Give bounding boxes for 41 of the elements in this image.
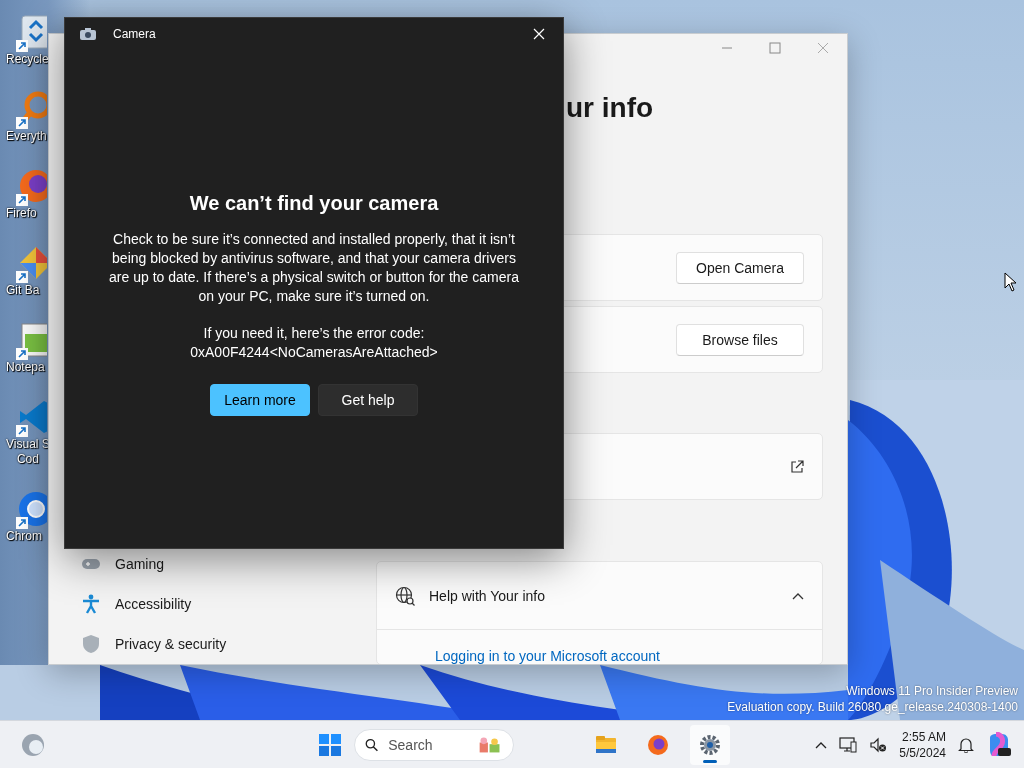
- person-icon: [81, 594, 101, 614]
- camera-icon: [79, 27, 97, 41]
- search-box[interactable]: Search: [354, 728, 514, 761]
- clock-time[interactable]: 2:55 AM: [901, 728, 946, 745]
- get-help-button[interactable]: Get help: [318, 384, 418, 416]
- globe-search-icon: [395, 585, 415, 606]
- card-button[interactable]: Browse files: [676, 323, 804, 356]
- network-icon[interactable]: [839, 736, 858, 753]
- start-icon[interactable]: [318, 732, 342, 757]
- chevron-up-icon[interactable]: [815, 740, 828, 749]
- speaker-muted-icon[interactable]: [869, 736, 888, 753]
- section-title: Help with Your info: [429, 587, 546, 604]
- desktop-icon-label: Git Ba: [6, 283, 40, 298]
- app-shortcut-icon[interactable]: [16, 320, 47, 360]
- nav-item[interactable]: Accessibility: [115, 596, 192, 612]
- error-heading: We can’t find your camera: [189, 191, 439, 216]
- window-title: Camera: [113, 27, 157, 41]
- mouse-pointer-icon: [1004, 272, 1017, 292]
- desktop-icon-label: Recycle: [6, 52, 49, 67]
- settings-icon: [698, 732, 722, 757]
- learn-more-button[interactable]: Learn more: [210, 384, 310, 416]
- nav-item[interactable]: Gaming: [115, 556, 165, 572]
- desktop-icon-label: Notepa: [6, 360, 45, 375]
- nav-item[interactable]: Privacy & security: [115, 636, 227, 652]
- desktop-icon-label: Chrom: [6, 529, 42, 544]
- shield-icon: [81, 634, 101, 654]
- taskbar-app[interactable]: [690, 724, 730, 765]
- search-icon: [365, 736, 379, 753]
- bell-icon[interactable]: [958, 736, 974, 753]
- search-field[interactable]: Search: [386, 735, 471, 754]
- desktop-icon-label: Firefo: [6, 206, 37, 221]
- chevron-icon[interactable]: [792, 591, 804, 600]
- desktop-icon-label: Everyth: [6, 129, 47, 144]
- page-title: ur info: [566, 91, 655, 125]
- error-code-text: If you need it, here’s the error code: 0xA00F4244<NoCamerasAreAttached>: [189, 324, 439, 362]
- browser-icon: [646, 732, 670, 757]
- external-link-icon[interactable]: [790, 459, 804, 474]
- card-button[interactable]: Open Camera: [676, 251, 804, 284]
- help-link[interactable]: Logging in to your Microsoft account: [377, 630, 822, 664]
- error-message: Check to be sure it’s connected and installed properly, that it isn’t being blocked by antivirus software, and that your camera drivers are up to date. If there’s a physical switch or button for the camera on your PC, make sure it’s turned on.: [108, 230, 520, 306]
- clock-date[interactable]: 5/5/2024: [899, 744, 946, 761]
